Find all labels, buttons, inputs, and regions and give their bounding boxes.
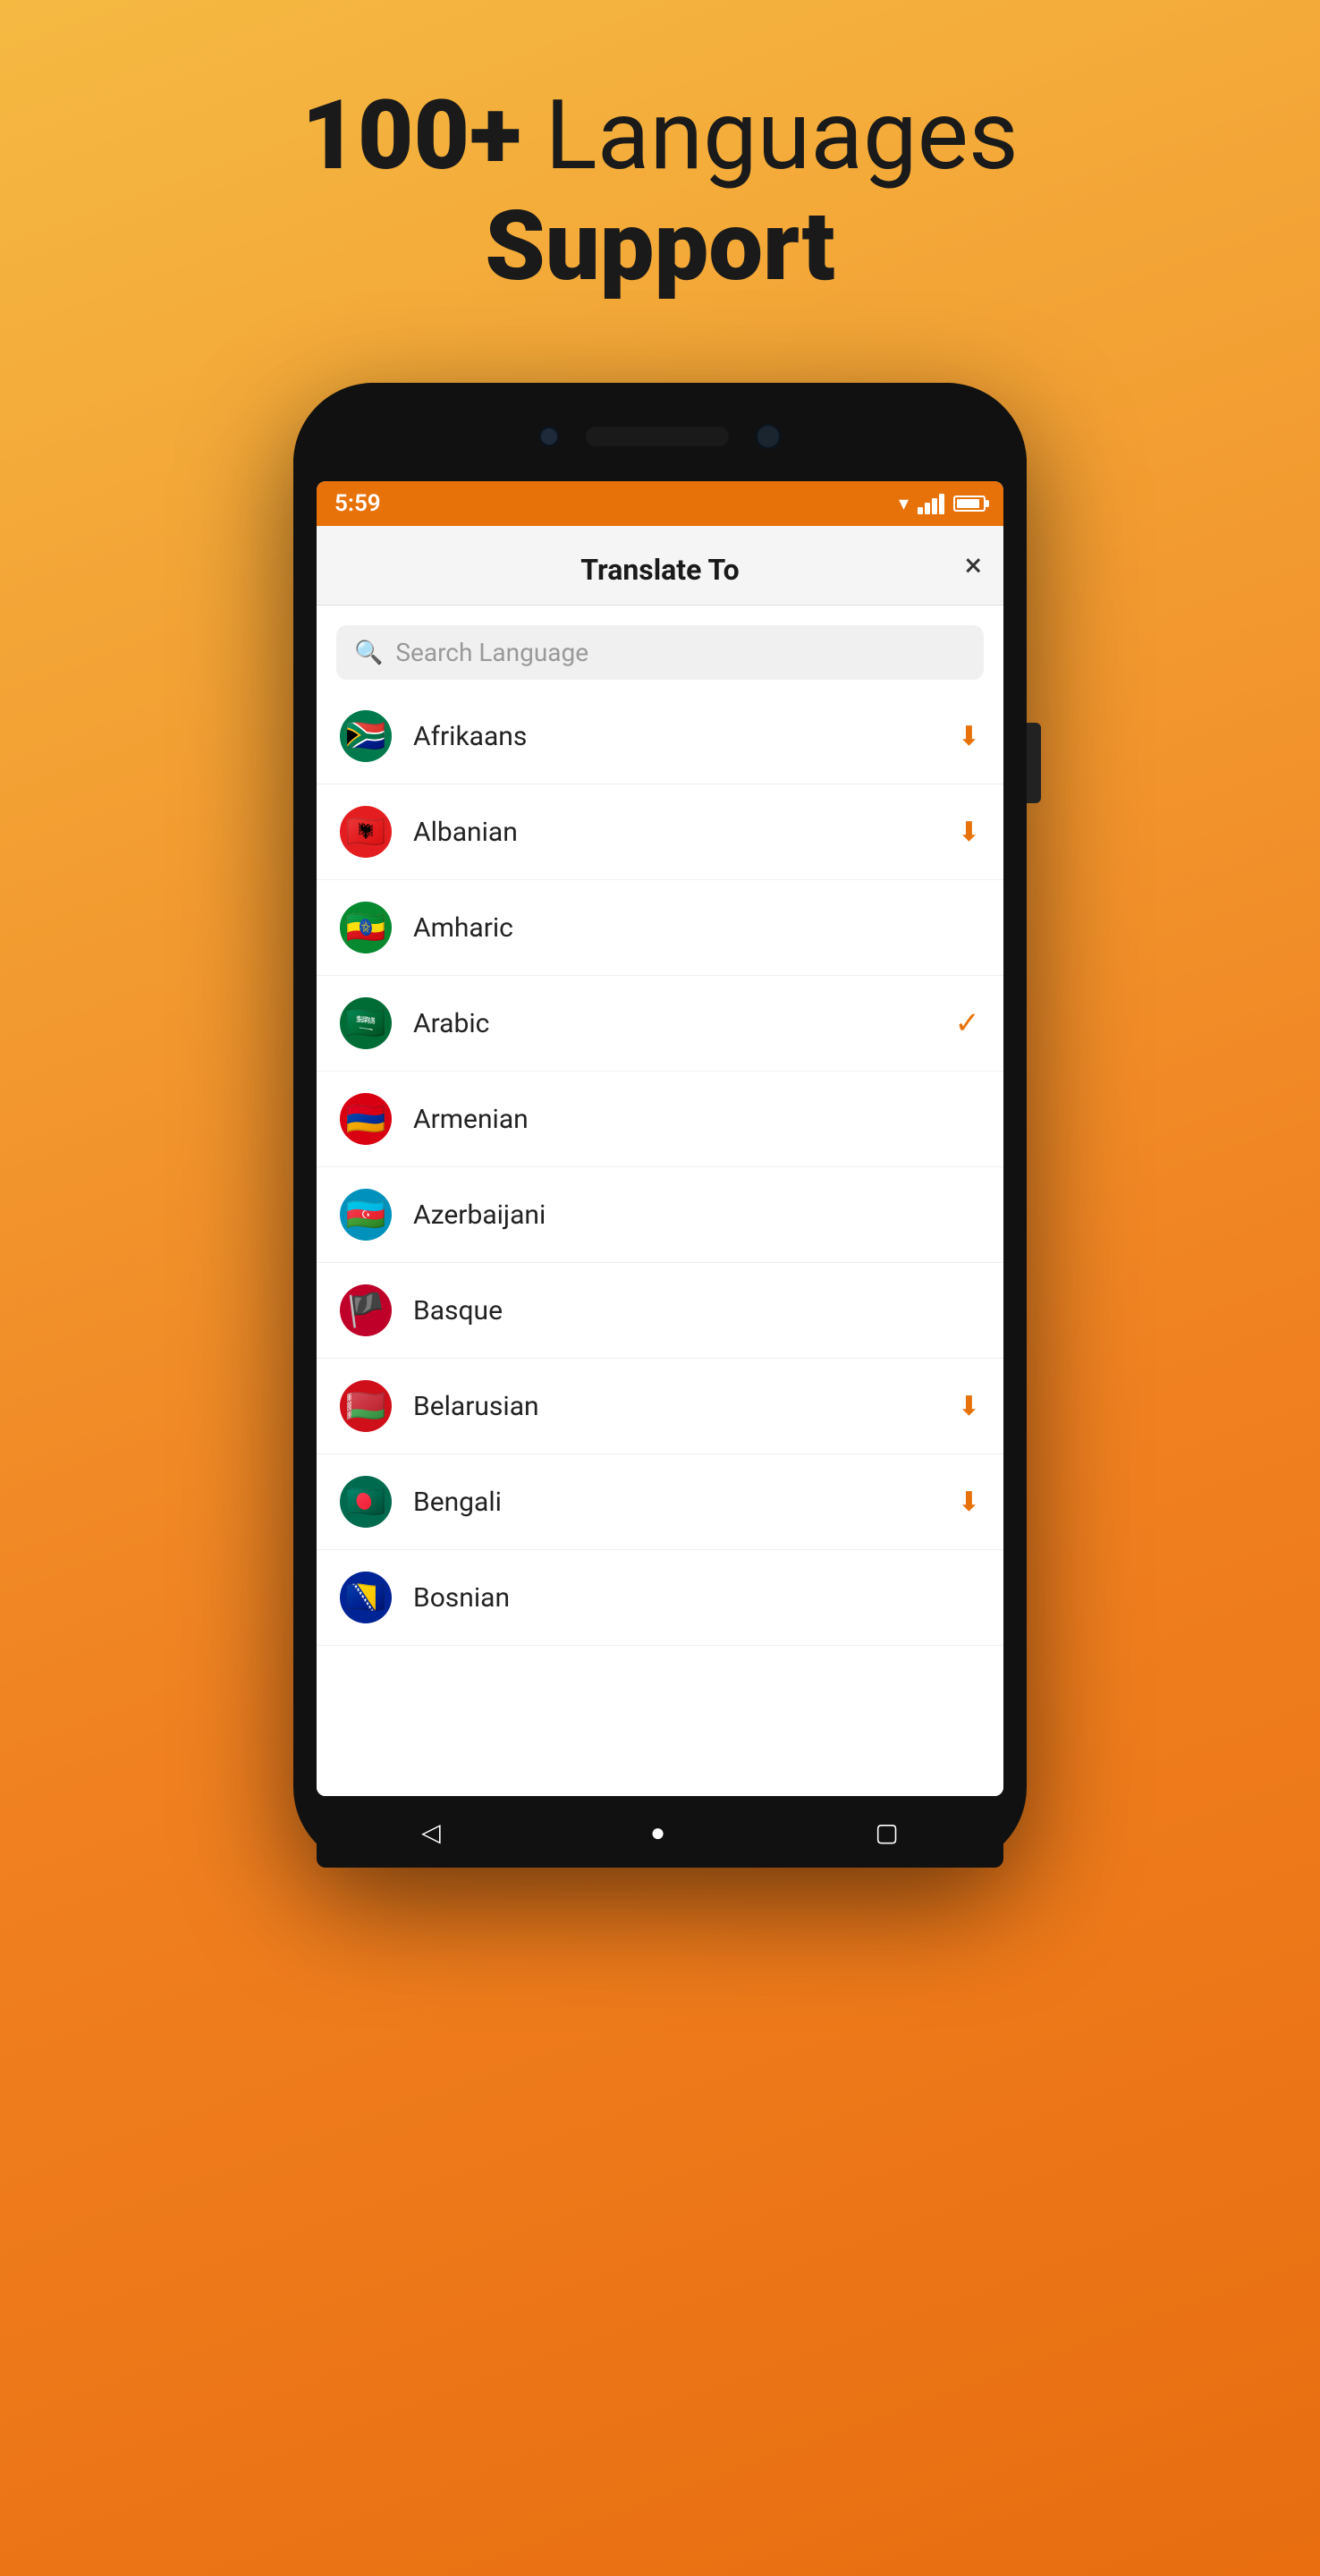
status-icons: ▾	[899, 493, 986, 515]
back-button[interactable]: ◁	[421, 1818, 441, 1847]
list-item[interactable]: 🇧🇦 Bosnian	[317, 1550, 1003, 1646]
phone-screen: 5:59 ▾ Translate To ×	[317, 481, 1003, 1796]
battery-icon	[953, 496, 986, 512]
flag-icon: 🇧🇾	[340, 1380, 392, 1432]
list-item[interactable]: 🇦🇲 Armenian	[317, 1072, 1003, 1167]
flag-icon: 🇦🇿	[340, 1189, 392, 1241]
flag-icon: 🇸🇦	[340, 997, 392, 1049]
language-name: Bosnian	[413, 1582, 980, 1614]
search-icon: 🔍	[354, 640, 383, 666]
language-name: Arabic	[413, 1008, 934, 1039]
flag-icon: 🇦🇲	[340, 1093, 392, 1145]
phone-speaker	[586, 427, 729, 446]
recent-button[interactable]: ▢	[875, 1818, 898, 1847]
phone-frame: 5:59 ▾ Translate To ×	[293, 383, 1027, 1868]
sheet-title: Translate To	[580, 553, 739, 587]
wifi-icon: ▾	[899, 493, 909, 515]
volume-button	[1027, 723, 1041, 803]
list-item[interactable]: 🏴 Basque	[317, 1263, 1003, 1359]
headline-bold: 100+	[301, 80, 520, 192]
flag-icon: 🇧🇦	[340, 1572, 392, 1623]
language-sheet: Translate To × 🔍 Search Language 🇿🇦 Afri…	[317, 526, 1003, 1796]
language-name: Bengali	[413, 1487, 936, 1518]
front-camera-main	[756, 424, 781, 449]
search-bar[interactable]: 🔍 Search Language	[336, 625, 984, 680]
headline-section: 100+ Languages Support	[301, 80, 1018, 302]
bottom-navigation: ◁ ● ▢	[317, 1796, 1003, 1868]
phone-top-bar	[293, 383, 1027, 490]
status-time: 5:59	[334, 490, 381, 517]
language-name: Armenian	[413, 1104, 980, 1135]
download-icon: ⬇	[958, 817, 980, 848]
list-item[interactable]: 🇸🇦 Arabic ✓	[317, 976, 1003, 1072]
headline-line2: Support	[301, 191, 1018, 302]
search-input[interactable]: Search Language	[395, 638, 966, 667]
flag-icon: 🇪🇹	[340, 902, 392, 953]
list-item[interactable]: 🇪🇹 Amharic	[317, 880, 1003, 976]
language-name: Albanian	[413, 817, 936, 848]
signal-icon	[918, 494, 944, 514]
check-icon: ✓	[955, 1005, 981, 1041]
front-camera-small	[539, 427, 559, 446]
phone-body: 5:59 ▾ Translate To ×	[293, 383, 1027, 1868]
flag-icon: 🏴	[340, 1284, 392, 1336]
language-list: 🇿🇦 Afrikaans ⬇ 🇦🇱 Albanian ⬇ 🇪🇹 Amharic …	[317, 689, 1003, 1796]
status-bar: 5:59 ▾	[317, 481, 1003, 526]
flag-icon: 🇧🇩	[340, 1476, 392, 1528]
list-item[interactable]: 🇦🇱 Albanian ⬇	[317, 784, 1003, 880]
home-button[interactable]: ●	[650, 1818, 665, 1847]
flag-icon: 🇦🇱	[340, 806, 392, 858]
battery-fill	[957, 499, 979, 508]
language-name: Amharic	[413, 912, 980, 944]
headline-line1: 100+ Languages	[301, 80, 1018, 191]
sheet-header: Translate To ×	[317, 526, 1003, 606]
language-name: Basque	[413, 1295, 980, 1326]
list-item[interactable]: 🇧🇩 Bengali ⬇	[317, 1454, 1003, 1550]
list-item[interactable]: 🇿🇦 Afrikaans ⬇	[317, 689, 1003, 784]
close-button[interactable]: ×	[965, 549, 982, 581]
language-name: Afrikaans	[413, 721, 936, 752]
list-item[interactable]: 🇧🇾 Belarusian ⬇	[317, 1359, 1003, 1454]
download-icon: ⬇	[958, 1391, 980, 1422]
flag-icon: 🇿🇦	[340, 710, 392, 762]
language-name: Belarusian	[413, 1391, 936, 1422]
download-icon: ⬇	[958, 1487, 980, 1518]
language-name: Azerbaijani	[413, 1199, 980, 1231]
list-item[interactable]: 🇦🇿 Azerbaijani	[317, 1167, 1003, 1263]
download-icon: ⬇	[958, 721, 980, 752]
headline-normal: Languages	[521, 80, 1019, 192]
